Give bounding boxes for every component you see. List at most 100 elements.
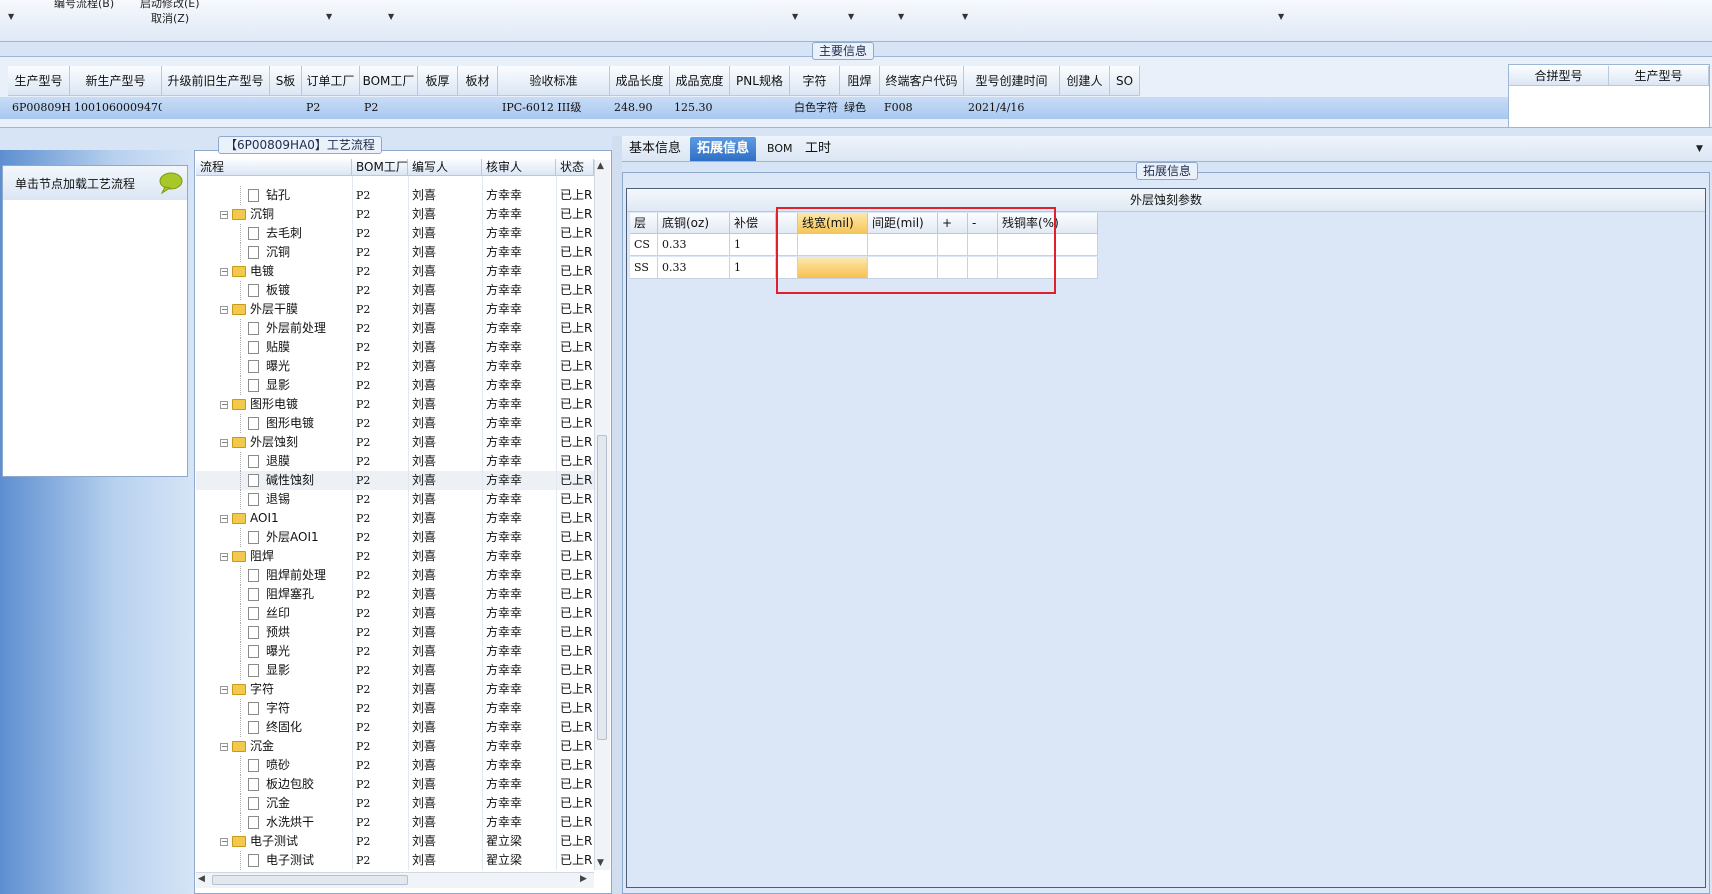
main-header-create-time[interactable]: 型号创建时间 bbox=[964, 66, 1060, 96]
collapse-toggle-icon[interactable]: − bbox=[220, 743, 228, 751]
main-header-legend-ink[interactable]: 字符 bbox=[790, 66, 840, 96]
etch-cell-compensation[interactable]: 1 bbox=[730, 234, 776, 256]
table-row[interactable]: 丝印 P2 刘喜 方幸幸 已上R bbox=[196, 604, 594, 623]
table-row[interactable]: 图形电镀 P2 刘喜 方幸幸 已上R bbox=[196, 414, 594, 433]
panel-splitter[interactable] bbox=[612, 136, 622, 894]
bom-factory-cell: P2 bbox=[356, 702, 371, 715]
table-row[interactable]: 预烘 P2 刘喜 方幸幸 已上R bbox=[196, 623, 594, 642]
table-row[interactable]: 退膜 P2 刘喜 方幸幸 已上R bbox=[196, 452, 594, 471]
tab-work-hours[interactable]: 工时 bbox=[798, 137, 838, 161]
table-row[interactable]: 板镀 P2 刘喜 方幸幸 已上R bbox=[196, 281, 594, 300]
dropdown-arrow-icon[interactable]: ▼ bbox=[8, 12, 14, 21]
collapse-toggle-icon[interactable]: − bbox=[220, 686, 228, 694]
scroll-up-arrow-icon[interactable]: ▲ bbox=[597, 161, 604, 171]
collapse-toggle-icon[interactable]: − bbox=[220, 211, 228, 219]
collapse-toggle-icon[interactable]: − bbox=[220, 439, 228, 447]
table-row[interactable]: 喷砂 P2 刘喜 方幸幸 已上R bbox=[196, 756, 594, 775]
process-load-box[interactable] bbox=[2, 165, 188, 477]
main-header-customer-code[interactable]: 终端客户代码 bbox=[880, 66, 964, 96]
dropdown-arrow-icon[interactable]: ▼ bbox=[388, 12, 394, 21]
collapse-toggle-icon[interactable]: − bbox=[220, 838, 228, 846]
table-row[interactable]: − 沉铜 P2 刘喜 方幸幸 已上R bbox=[196, 205, 594, 224]
table-row[interactable]: − 电子测试 P2 刘喜 翟立梁 已上R bbox=[196, 832, 594, 851]
dropdown-arrow-icon[interactable]: ▼ bbox=[848, 12, 854, 21]
etch-cell-base-copper[interactable]: 0.33 bbox=[658, 234, 730, 256]
scroll-left-arrow-icon[interactable]: ◀ bbox=[198, 874, 205, 884]
table-row[interactable]: − AOI1 P2 刘喜 方幸幸 已上R bbox=[196, 509, 594, 528]
dropdown-arrow-icon[interactable]: ▼ bbox=[792, 12, 798, 21]
table-row[interactable]: 阻焊前处理 P2 刘喜 方幸幸 已上R bbox=[196, 566, 594, 585]
table-row[interactable]: − 图形电镀 P2 刘喜 方幸幸 已上R bbox=[196, 395, 594, 414]
table-row[interactable]: 外层AOI1 P2 刘喜 方幸幸 已上R bbox=[196, 528, 594, 547]
main-header-so[interactable]: SO bbox=[1110, 66, 1140, 96]
table-row[interactable]: 退锡 P2 刘喜 方幸幸 已上R bbox=[196, 490, 594, 509]
dropdown-arrow-icon[interactable]: ▼ bbox=[898, 12, 904, 21]
table-row[interactable]: 沉金 P2 刘喜 方幸幸 已上R bbox=[196, 794, 594, 813]
table-row[interactable]: 显影 P2 刘喜 方幸幸 已上R bbox=[196, 661, 594, 680]
table-row[interactable]: 电子测试 P2 刘喜 翟立梁 已上R bbox=[196, 851, 594, 870]
main-header-length[interactable]: 成品长度 bbox=[610, 66, 670, 96]
etch-cell-compensation[interactable]: 1 bbox=[730, 257, 776, 279]
table-row[interactable]: 外层前处理 P2 刘喜 方幸幸 已上R bbox=[196, 319, 594, 338]
main-header-thickness[interactable]: 板厚 bbox=[418, 66, 458, 96]
etch-cell-base-copper[interactable]: 0.33 bbox=[658, 257, 730, 279]
etch-cell-layer[interactable]: CS bbox=[630, 234, 658, 256]
table-row[interactable]: − 阻焊 P2 刘喜 方幸幸 已上R bbox=[196, 547, 594, 566]
tree-horizontal-scroll-thumb[interactable] bbox=[212, 875, 408, 885]
main-header-bom-factory[interactable]: BOM工厂 bbox=[360, 66, 418, 96]
dropdown-arrow-icon[interactable]: ▼ bbox=[962, 12, 968, 21]
menu-item-process[interactable]: 编号流程(B) bbox=[54, 0, 114, 11]
main-header-standard[interactable]: 验收标准 bbox=[498, 66, 610, 96]
col-header-layer[interactable]: 层 bbox=[630, 213, 658, 234]
folder-icon bbox=[232, 741, 246, 752]
main-header-order-factory[interactable]: 订单工厂 bbox=[302, 66, 360, 96]
table-row[interactable]: 板边包胶 P2 刘喜 方幸幸 已上R bbox=[196, 775, 594, 794]
tree-vertical-scroll-thumb[interactable] bbox=[597, 435, 607, 740]
table-row[interactable]: 贴膜 P2 刘喜 方幸幸 已上R bbox=[196, 338, 594, 357]
scroll-right-arrow-icon[interactable]: ▶ bbox=[580, 874, 587, 884]
main-header-creator[interactable]: 创建人 bbox=[1060, 66, 1110, 96]
main-header-model[interactable]: 生产型号 bbox=[8, 66, 70, 96]
table-row[interactable]: − 外层蚀刻 P2 刘喜 方幸幸 已上R bbox=[196, 433, 594, 452]
collapse-toggle-icon[interactable]: − bbox=[220, 553, 228, 561]
table-row[interactable]: 去毛刺 P2 刘喜 方幸幸 已上R bbox=[196, 224, 594, 243]
table-row[interactable]: 水洗烘干 P2 刘喜 方幸幸 已上R bbox=[196, 813, 594, 832]
table-row[interactable]: 字符 P2 刘喜 方幸幸 已上R bbox=[196, 699, 594, 718]
table-row[interactable]: 钻孔 P2 刘喜 方幸幸 已上R bbox=[196, 186, 594, 205]
etch-cell-layer[interactable]: SS bbox=[630, 257, 658, 279]
main-header-width[interactable]: 成品宽度 bbox=[670, 66, 730, 96]
tab-basic-info[interactable]: 基本信息 bbox=[622, 137, 688, 161]
tab-bom[interactable]: BOM bbox=[760, 137, 800, 161]
dropdown-arrow-icon[interactable]: ▼ bbox=[1278, 12, 1284, 21]
tab-overflow-arrow-icon[interactable]: ▼ bbox=[1696, 144, 1703, 154]
collapse-toggle-icon[interactable]: − bbox=[220, 268, 228, 276]
main-header-pnl[interactable]: PNL规格 bbox=[730, 66, 790, 96]
cancel-menu-item[interactable]: 取消(Z) bbox=[151, 10, 189, 26]
main-header-s-board[interactable]: S板 bbox=[270, 66, 302, 96]
table-row[interactable]: 阻焊塞孔 P2 刘喜 方幸幸 已上R bbox=[196, 585, 594, 604]
table-row[interactable]: 曝光 P2 刘喜 方幸幸 已上R bbox=[196, 357, 594, 376]
process-load-header[interactable]: 单击节点加载工艺流程 bbox=[3, 166, 187, 200]
col-header-base-copper[interactable]: 底铜(oz) bbox=[658, 213, 730, 234]
main-header-old-model[interactable]: 升级前旧生产型号 bbox=[162, 66, 270, 96]
scroll-down-arrow-icon[interactable]: ▼ bbox=[597, 858, 604, 868]
collapse-toggle-icon[interactable]: − bbox=[220, 306, 228, 314]
bom-factory-cell: P2 bbox=[356, 398, 371, 411]
collapse-toggle-icon[interactable]: − bbox=[220, 515, 228, 523]
table-row[interactable]: − 电镀 P2 刘喜 方幸幸 已上R bbox=[196, 262, 594, 281]
table-row[interactable]: 终固化 P2 刘喜 方幸幸 已上R bbox=[196, 718, 594, 737]
col-header-compensation[interactable]: 补偿 bbox=[730, 213, 776, 234]
main-header-new-model[interactable]: 新生产型号 bbox=[70, 66, 162, 96]
tab-extended-info[interactable]: 拓展信息 bbox=[690, 137, 757, 161]
main-header-solder-mask[interactable]: 阻焊 bbox=[840, 66, 880, 96]
table-row[interactable]: 碱性蚀刻 P2 刘喜 方幸幸 已上R bbox=[196, 471, 594, 490]
collapse-toggle-icon[interactable]: − bbox=[220, 401, 228, 409]
table-row[interactable]: 沉铜 P2 刘喜 方幸幸 已上R bbox=[196, 243, 594, 262]
table-row[interactable]: − 沉金 P2 刘喜 方幸幸 已上R bbox=[196, 737, 594, 756]
dropdown-arrow-icon[interactable]: ▼ bbox=[326, 12, 332, 21]
table-row[interactable]: − 外层干膜 P2 刘喜 方幸幸 已上R bbox=[196, 300, 594, 319]
table-row[interactable]: − 字符 P2 刘喜 方幸幸 已上R bbox=[196, 680, 594, 699]
table-row[interactable]: 曝光 P2 刘喜 方幸幸 已上R bbox=[196, 642, 594, 661]
table-row[interactable]: 显影 P2 刘喜 方幸幸 已上R bbox=[196, 376, 594, 395]
main-header-material[interactable]: 板材 bbox=[458, 66, 498, 96]
